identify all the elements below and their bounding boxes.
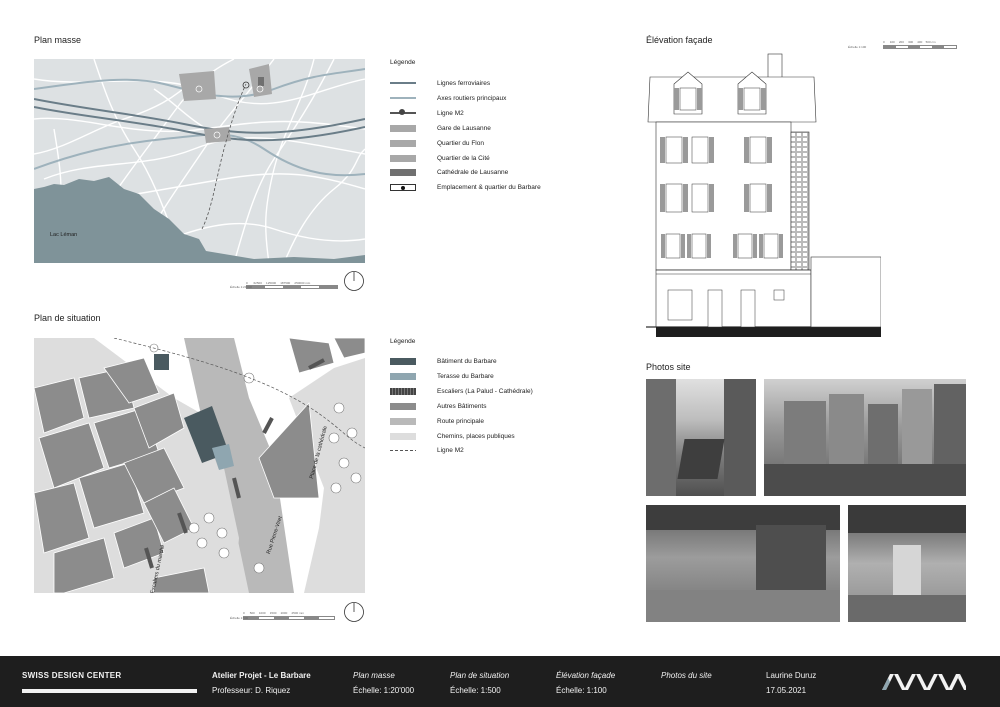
plan-masse-scale-bar — [246, 285, 338, 289]
elevation-scale-label: Échelle 1:100 — [848, 45, 867, 49]
legend2-item-route: Route principale — [390, 416, 484, 426]
plan-masse-map: Lac Léman — [34, 59, 365, 263]
legend1-item-roads: Axes routiers principaux — [390, 93, 506, 103]
footer-author: Laurine Duruz 17.05.2021 — [766, 671, 817, 695]
footer-col-plan-masse: Plan masse Échelle: 1:20'000 — [353, 671, 415, 695]
footer: SWISS DESIGN CENTER Atelier Projet - Le … — [0, 656, 1000, 707]
legend1-item-flon: Quartier du Flon — [390, 138, 484, 148]
elevation-drawing — [646, 53, 881, 337]
legend2-item-autres: Autres Bâtiments — [390, 401, 487, 411]
lake-label: Lac Léman — [50, 232, 78, 238]
north-arrow-icon — [344, 271, 364, 291]
legend2-item-m2: Ligne M2 — [390, 445, 464, 455]
legend1-item-cathedrale: Cathédrale de Lausanne — [390, 167, 508, 177]
footer-brand: SWISS DESIGN CENTER — [22, 671, 122, 680]
elevation-title: Élévation façade — [646, 35, 713, 45]
plan-masse-scale-label: Échelle 1:20'000 — [230, 285, 253, 289]
plan-situation-scale-ticks: 0 500 1000 1500 2000 2500 mm — [243, 611, 304, 615]
site-photo-2 — [764, 379, 966, 496]
north-arrow-icon — [344, 602, 364, 622]
plan-masse-title: Plan masse — [34, 35, 82, 45]
plan-situation-title: Plan de situation — [34, 313, 101, 323]
site-photo-1 — [646, 379, 756, 496]
footer-col-plan-situation: Plan de situation Échelle: 1:500 — [450, 671, 510, 695]
legend2-title: Légende — [390, 338, 416, 345]
legend1-item-cite: Quartier de la Cité — [390, 153, 490, 163]
legend1-title: Légende — [390, 59, 416, 66]
elevation-scale-ticks: 0 100 200 300 400 500 cm — [883, 40, 936, 44]
footer-col-elevation: Élévation façade Échelle: 1:100 — [556, 671, 616, 695]
legend1-item-m2: Ligne M2 — [390, 108, 464, 118]
legend1-item-railway: Lignes ferroviaires — [390, 78, 490, 88]
legend2-item-barbare: Bâtiment du Barbare — [390, 356, 497, 366]
legend1-item-gare: Gare de Lausanne — [390, 123, 491, 133]
site-photo-4 — [848, 505, 966, 622]
legend2-item-escaliers: Escaliers (La Palud - Cathédrale) — [390, 386, 533, 396]
site-photo-3 — [646, 505, 840, 622]
logo-icon — [882, 674, 966, 690]
plan-situation-scale-bar — [243, 616, 335, 620]
legend2-item-terasse: Terasse du Barbare — [390, 371, 494, 381]
footer-col-photos: Photos du site — [661, 671, 712, 680]
photos-title: Photos site — [646, 362, 691, 372]
legend2-item-chemins: Chemins, places publiques — [390, 431, 515, 441]
elevation-scale-bar — [883, 45, 957, 49]
plan-situation-scale-label: Échelle 1:500 — [230, 616, 249, 620]
footer-brand-underline — [22, 689, 197, 693]
plan-situation-map: Rue Pierre-Viret Place de la cathédrale … — [34, 338, 365, 593]
footer-atelier: Atelier Projet - Le Barbare Professeur: … — [212, 671, 311, 695]
legend1-item-barbare: Emplacement & quartier du Barbare — [390, 182, 541, 192]
